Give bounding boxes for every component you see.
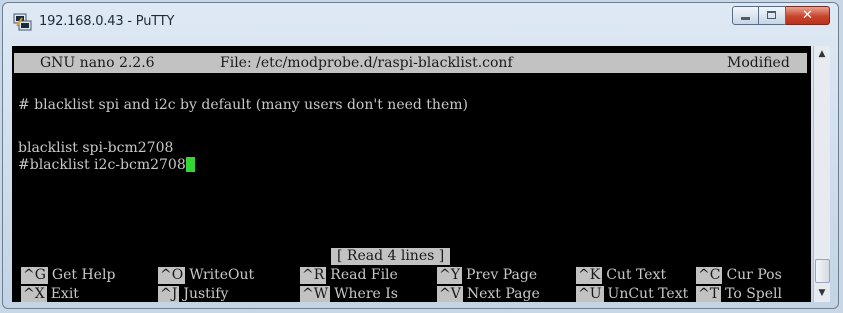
shortcut-label: WriteOut (189, 267, 255, 283)
shortcut-get-help[interactable]: ^G Get Help (21, 267, 115, 284)
text-cursor (185, 157, 195, 172)
shortcut-next-page[interactable]: ^V Next Page (437, 286, 540, 302)
shortcut-writeout[interactable]: ^O WriteOut (158, 267, 254, 284)
editor-line-1[interactable]: # blacklist spi and i2c by default (many… (18, 97, 468, 114)
shortcut-cur-pos[interactable]: ^C Cur Pos (696, 267, 782, 284)
scroll-down-icon[interactable]: ▼ (814, 285, 830, 302)
shortcut-label: Next Page (466, 286, 540, 302)
minimize-button[interactable] (732, 6, 759, 25)
scroll-thumb[interactable] (815, 259, 830, 283)
title-bar[interactable]: 192.168.0.43 - PuTTY ✕ (3, 3, 838, 41)
close-icon: ✕ (802, 8, 813, 23)
shortcut-label: UnCut Text (607, 286, 689, 302)
shortcut-key: ^U (576, 286, 604, 302)
shortcut-key: ^T (696, 286, 722, 302)
editor-line-3[interactable]: blacklist spi-bcm2708 (18, 140, 173, 157)
shortcut-label: Cur Pos (726, 267, 782, 283)
minimize-icon (741, 17, 750, 20)
window-controls: ✕ (732, 6, 830, 25)
putty-icon (13, 13, 32, 31)
shortcut-label: Get Help (51, 267, 116, 283)
nano-file-path: File: /etc/modprobe.d/raspi-blacklist.co… (220, 55, 513, 71)
shortcut-key: ^R (300, 267, 327, 284)
shortcut-read-file[interactable]: ^R Read File (300, 267, 398, 284)
editor-line-4-text: #blacklist i2c-bcm2708 (18, 157, 186, 173)
nano-modified-state: Modified (727, 55, 790, 71)
shortcut-prev-page[interactable]: ^Y Prev Page (437, 267, 537, 284)
putty-window: 192.168.0.43 - PuTTY ✕ GNU nano 2.2.6 Fi… (2, 2, 839, 309)
window-title: 192.168.0.43 - PuTTY (39, 14, 175, 29)
maximize-icon (767, 11, 776, 19)
shortcut-label: Read File (330, 267, 398, 283)
shortcut-label: Justify (183, 286, 229, 302)
close-button[interactable]: ✕ (786, 6, 830, 25)
shortcut-label: Where Is (334, 286, 398, 302)
shortcut-uncut-text[interactable]: ^U UnCut Text (576, 286, 688, 302)
shortcut-cut-text[interactable]: ^K Cut Text (576, 267, 666, 284)
shortcut-key: ^G (21, 267, 48, 284)
editor-line-4[interactable]: #blacklist i2c-bcm2708 (18, 157, 195, 174)
shortcut-label: Exit (50, 286, 79, 302)
shortcut-key: ^J (158, 286, 180, 302)
nano-version: GNU nano 2.2.6 (40, 55, 155, 71)
shortcut-label: Cut Text (606, 267, 667, 283)
shortcut-justify[interactable]: ^J Justify (158, 286, 228, 302)
shortcut-to-spell[interactable]: ^T To Spell (696, 286, 782, 302)
shortcut-where-is[interactable]: ^W Where Is (300, 286, 398, 302)
shortcut-key: ^V (437, 286, 463, 302)
vertical-scrollbar[interactable]: ▲ ▼ (813, 46, 830, 302)
shortcut-key: ^Y (437, 267, 462, 284)
shortcut-key: ^O (158, 267, 186, 284)
shortcut-key: ^W (300, 286, 331, 302)
status-message: [ Read 4 lines ] (331, 248, 451, 265)
shortcut-key: ^X (21, 286, 47, 302)
shortcut-label: Prev Page (465, 267, 538, 283)
maximize-button[interactable] (759, 6, 786, 25)
scroll-up-icon[interactable]: ▲ (814, 46, 830, 63)
shortcut-key: ^K (576, 267, 603, 284)
shortcut-key: ^C (696, 267, 723, 284)
shortcut-exit[interactable]: ^X Exit (21, 286, 79, 302)
shortcut-label: To Spell (725, 286, 783, 302)
nano-header-bar: GNU nano 2.2.6 File: /etc/modprobe.d/ras… (14, 53, 807, 73)
terminal-area[interactable]: GNU nano 2.2.6 File: /etc/modprobe.d/ras… (12, 46, 811, 302)
